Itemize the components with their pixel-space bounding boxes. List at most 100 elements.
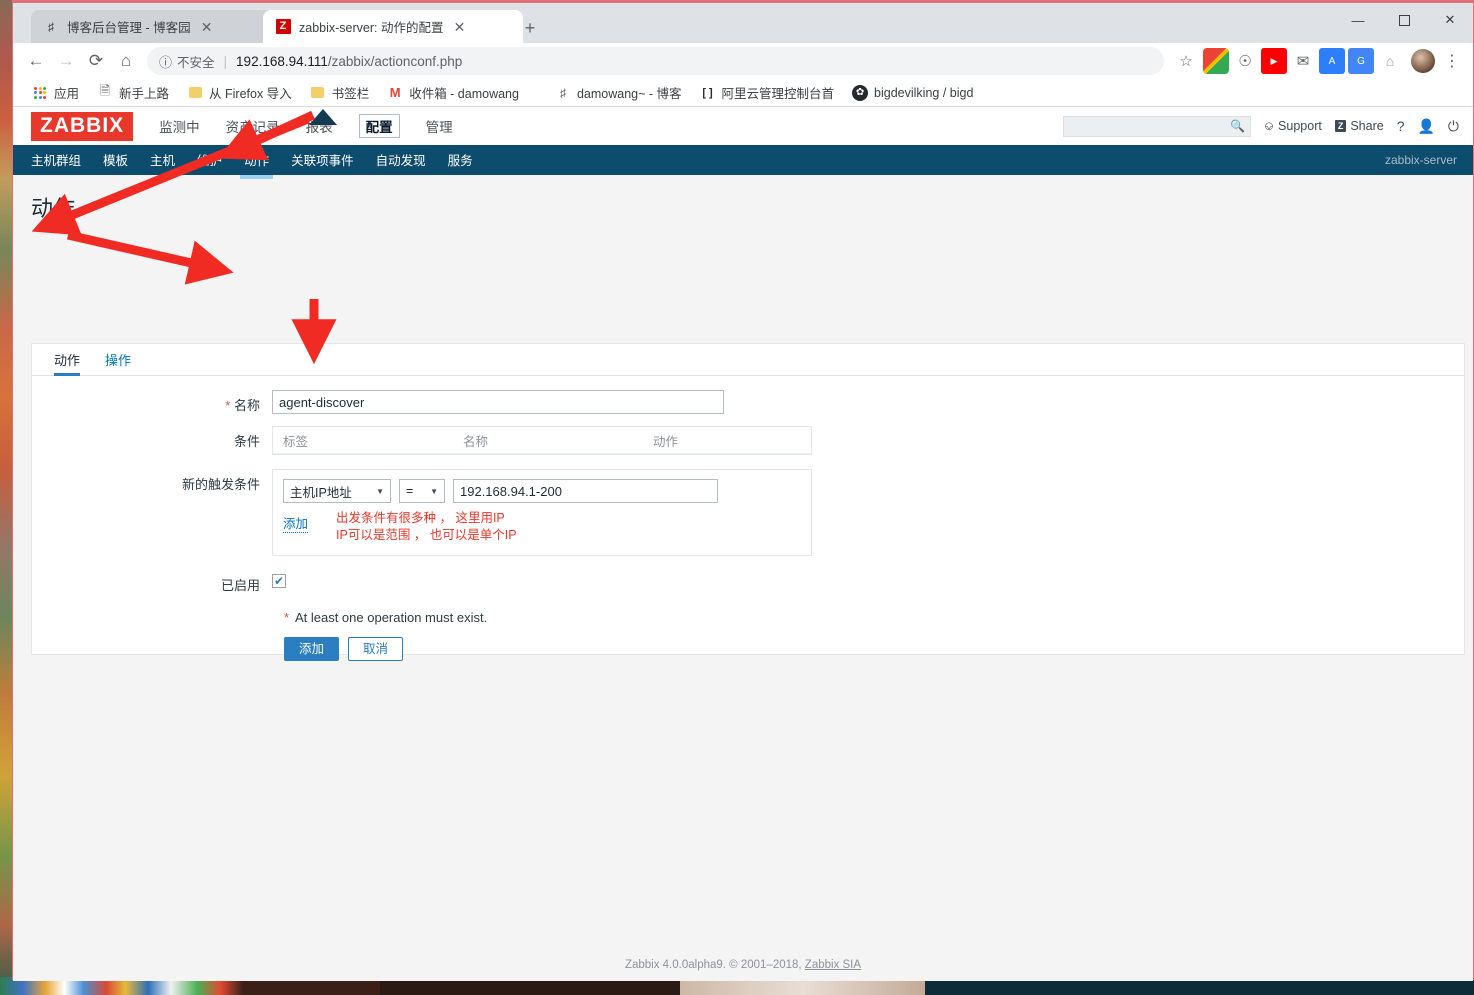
add-condition-link[interactable]: 添加 bbox=[283, 513, 309, 533]
share-link[interactable]: Z Share bbox=[1334, 119, 1384, 133]
bookmark-bar-folder[interactable]: 书签栏 bbox=[301, 83, 379, 102]
name-input[interactable] bbox=[272, 390, 724, 414]
subnav-maintenance[interactable]: 维护 bbox=[197, 150, 222, 171]
conditions-table: 标签 名称 动作 bbox=[272, 426, 812, 455]
bookmark-star-icon[interactable]: ☆ bbox=[1172, 47, 1200, 75]
subnav-services[interactable]: 服务 bbox=[448, 150, 473, 171]
browser-tab-2[interactable]: Z zabbix-server: 动作的配置 ✕ bbox=[263, 10, 523, 43]
close-icon[interactable]: ✕ bbox=[199, 19, 215, 35]
gmail-ext-icon[interactable]: ✉ bbox=[1290, 48, 1316, 74]
nav-item-monitoring[interactable]: 监测中 bbox=[159, 116, 200, 136]
docs-ext-icon[interactable]: A bbox=[1319, 48, 1345, 74]
browser-tab-strip: ♯ 博客后台管理 - 博客园 ✕ Z zabbix-server: 动作的配置 … bbox=[13, 3, 1473, 43]
url-path: /zabbix/actionconf.php bbox=[327, 53, 463, 69]
tab-action[interactable]: 动作 bbox=[54, 350, 81, 376]
subnav-host-groups[interactable]: 主机群组 bbox=[31, 150, 81, 171]
bookmark-gmail[interactable]: M 收件箱 - damowang bbox=[378, 83, 528, 102]
annotation-text: 出发条件有很多种 ， 这里用IP IP可以是范围 ， 也可以是单个IP bbox=[336, 511, 517, 542]
page-title: 动作 bbox=[31, 196, 76, 221]
bookmark-label: bigdevilking / bigd bbox=[874, 85, 974, 100]
column-header-name: 名称 bbox=[463, 434, 489, 449]
browser-tab-1[interactable]: ♯ 博客后台管理 - 博客园 ✕ bbox=[31, 10, 281, 43]
bookmark-label: 书签栏 bbox=[331, 87, 370, 101]
form-row-new-condition: 新的触发条件 主机IP地址 ▼ = ▼ 添加 bbox=[32, 469, 1464, 556]
bookmark-label: 从 Firefox 导入 bbox=[209, 87, 292, 101]
cancel-button[interactable]: 取消 bbox=[348, 637, 404, 661]
condition-field-select[interactable]: 主机IP地址 ▼ bbox=[283, 479, 391, 503]
bookmark-label: 新手上路 bbox=[119, 87, 170, 101]
bookmark-apps[interactable]: 应用 bbox=[23, 83, 88, 102]
form-button-row: 添加 取消 bbox=[284, 637, 1464, 661]
close-button[interactable]: ✕ bbox=[1427, 3, 1473, 37]
column-header-label: 标签 bbox=[283, 434, 309, 449]
aliyun-icon: [ ] bbox=[702, 86, 713, 99]
search-input[interactable]: 🔍 bbox=[1063, 115, 1252, 137]
home-ext-icon[interactable]: ⌂ bbox=[1377, 48, 1403, 74]
subnav-discovery[interactable]: 自动发现 bbox=[376, 150, 426, 171]
bookmark-firefox-import[interactable]: 从 Firefox 导入 bbox=[178, 83, 301, 102]
name-label: * 名称 bbox=[225, 398, 260, 413]
subnav-actions[interactable]: 动作 bbox=[240, 150, 274, 179]
zabbix-favicon: Z bbox=[275, 19, 291, 35]
browser-menu-icon[interactable]: ⋮ bbox=[1439, 48, 1465, 74]
page-icon: 🗎 bbox=[99, 82, 111, 98]
folder-icon bbox=[310, 85, 326, 101]
photos-ext-icon[interactable] bbox=[1203, 48, 1229, 74]
new-condition-label: 新的触发条件 bbox=[181, 477, 260, 492]
user-icon[interactable]: 👤 bbox=[1417, 118, 1434, 135]
arrow-to-name-label bbox=[67, 230, 234, 285]
gmail-icon: M bbox=[389, 85, 401, 100]
tab-operations[interactable]: 操作 bbox=[105, 350, 131, 375]
zabbix-logo[interactable]: ZABBIX bbox=[31, 111, 134, 141]
bookmark-newbie[interactable]: 🗎 新手上路 bbox=[88, 83, 178, 102]
avatar[interactable] bbox=[1411, 49, 1435, 73]
form-row-name: * 名称 bbox=[32, 390, 1464, 414]
bookmark-github[interactable]: ✿ bigdevilking / bigd bbox=[843, 84, 982, 101]
nav-item-configuration[interactable]: 配置 bbox=[358, 114, 400, 138]
subnav-templates[interactable]: 模板 bbox=[103, 150, 128, 171]
youtube-ext-icon[interactable]: ▶ bbox=[1261, 48, 1287, 74]
chevron-down-icon: ▼ bbox=[376, 486, 384, 496]
bookmark-aliyun[interactable]: [ ] 阿里云管理控制台首 bbox=[691, 83, 844, 102]
subnav-correlation[interactable]: 关联项事件 bbox=[291, 150, 354, 171]
form-tab-bar: 动作 操作 bbox=[32, 344, 1464, 376]
browser-toolbar: ← → ⟳ ⌂ ⓘ 不安全 | 192.168.94.111/zabbix/ac… bbox=[13, 43, 1473, 79]
conditions-label: 条件 bbox=[233, 434, 260, 449]
nav-item-administration[interactable]: 管理 bbox=[426, 116, 453, 136]
condition-value-input[interactable] bbox=[453, 479, 718, 503]
back-icon[interactable]: ← bbox=[21, 46, 51, 76]
translate-ext-icon[interactable]: G bbox=[1348, 48, 1374, 74]
security-label: 不安全 bbox=[177, 55, 215, 70]
subnav-hosts[interactable]: 主机 bbox=[150, 150, 175, 171]
minimize-button[interactable]: — bbox=[1335, 3, 1381, 37]
new-condition-controls: 主机IP地址 ▼ = ▼ bbox=[283, 479, 801, 503]
bookmark-damowang[interactable]: ♯ damowang~ - 博客 bbox=[546, 83, 691, 102]
close-icon[interactable]: ✕ bbox=[451, 19, 467, 35]
column-header-action: 动作 bbox=[653, 434, 679, 449]
form-row-enabled: 已启用 ✔ bbox=[32, 570, 1464, 594]
reload-icon[interactable]: ⟳ bbox=[81, 46, 111, 76]
info-icon[interactable]: ⓘ bbox=[159, 52, 172, 71]
home-icon[interactable]: ⌂ bbox=[111, 46, 141, 76]
zabbix-header: ZABBIX 监测中 资产记录 报表 配置 管理 🔍 ⎉ Support Z S… bbox=[13, 107, 1473, 145]
help-icon[interactable]: ? bbox=[1397, 118, 1405, 134]
support-link[interactable]: ⎉ Support bbox=[1264, 119, 1322, 134]
github-icon: ✿ bbox=[852, 84, 869, 101]
zabbix-share-badge: Z bbox=[1334, 120, 1347, 132]
nav-item-inventory[interactable]: 资产记录 bbox=[226, 116, 280, 136]
submit-button[interactable]: 添加 bbox=[284, 637, 340, 661]
nav-item-reports[interactable]: 报表 bbox=[306, 116, 333, 136]
enabled-checkbox[interactable]: ✔ bbox=[272, 574, 286, 588]
footer-link[interactable]: Zabbix SIA bbox=[805, 959, 861, 971]
new-condition-box: 主机IP地址 ▼ = ▼ 添加 出发条件有很多种 ， 这里用IP IP可以是范围… bbox=[272, 469, 812, 556]
address-bar[interactable]: ⓘ 不安全 | 192.168.94.111/zabbix/actionconf… bbox=[147, 47, 1164, 75]
power-icon[interactable]: ⏻ bbox=[1448, 118, 1459, 135]
condition-operator-select[interactable]: = ▼ bbox=[399, 479, 445, 503]
enabled-label: 已启用 bbox=[220, 578, 260, 593]
maximize-button[interactable] bbox=[1381, 3, 1427, 37]
bookmark-label: 收件箱 - damowang bbox=[409, 87, 519, 101]
window-controls: — ✕ bbox=[1335, 3, 1473, 37]
forward-icon[interactable]: → bbox=[51, 46, 81, 76]
podcast-ext-icon[interactable]: ☉ bbox=[1232, 48, 1258, 74]
new-tab-button[interactable]: + bbox=[518, 17, 542, 41]
